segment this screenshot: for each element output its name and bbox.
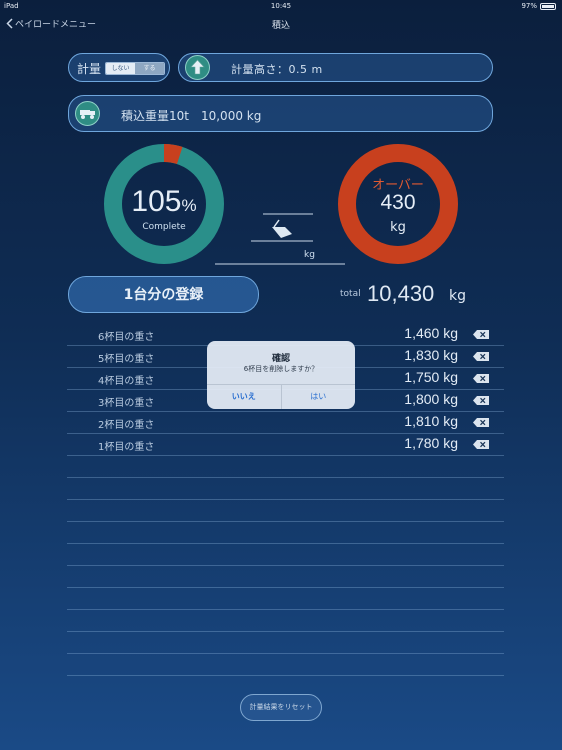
delete-icon[interactable] — [473, 418, 489, 427]
center-unit: kg — [304, 250, 315, 260]
complete-label: Complete — [142, 222, 186, 232]
row-label: 6杯目の重さ — [98, 332, 155, 343]
row-value: 1,750 kg — [404, 369, 458, 385]
total-label: total — [340, 289, 361, 299]
delete-icon[interactable] — [473, 374, 489, 383]
dump-truck-icon — [75, 101, 100, 126]
delete-icon[interactable] — [473, 352, 489, 361]
delete-icon[interactable] — [473, 396, 489, 405]
row-value: 1,780 kg — [404, 435, 458, 451]
percent-complete: 105% — [103, 185, 225, 219]
bucket-indicator — [215, 213, 345, 265]
empty-row — [67, 588, 504, 610]
empty-row — [67, 500, 504, 522]
empty-row — [67, 654, 504, 676]
dialog-yes-button[interactable]: はい — [282, 385, 356, 409]
row-label: 3杯目の重さ — [98, 398, 155, 409]
battery-percent: 97% — [521, 2, 537, 10]
toggle-off-option[interactable]: しない — [106, 63, 135, 74]
dialog-buttons: いいえ はい — [207, 384, 355, 409]
dialog-title: 確認 — [271, 354, 290, 364]
load-weight-panel[interactable]: 積込重量10t 10,000 kg — [68, 95, 493, 132]
register-button[interactable]: 1台分の登録 — [68, 276, 259, 313]
empty-row — [67, 544, 504, 566]
row-label: 2杯目の重さ — [98, 420, 155, 431]
battery-indicator: 97% — [521, 2, 556, 10]
empty-row — [67, 632, 504, 654]
measure-label: 計量 — [77, 62, 102, 76]
up-arrow-icon — [185, 55, 210, 80]
measure-toggle[interactable]: しない する — [105, 62, 165, 75]
delete-icon[interactable] — [473, 330, 489, 339]
row-value: 1,830 kg — [404, 347, 458, 363]
list-item: 1杯目の重さ 1,780 kg — [67, 434, 504, 456]
load-weight-text: 積込重量10t 10,000 kg — [121, 109, 262, 123]
over-unit: kg — [390, 220, 406, 235]
empty-row — [67, 566, 504, 588]
dialog-message: 6杯目を削除しますか？ — [243, 365, 319, 373]
empty-row — [67, 522, 504, 544]
row-value: 1,810 kg — [404, 413, 458, 429]
empty-row — [67, 610, 504, 632]
toggle-on-option[interactable]: する — [135, 63, 164, 74]
height-text: 計量高さ：0.5 m — [231, 63, 323, 76]
dialog-no-button[interactable]: いいえ — [207, 385, 282, 409]
confirm-dialog: 確認 6杯目を削除しますか？ いいえ はい — [207, 341, 355, 409]
page-title: 積込 — [271, 21, 290, 31]
height-panel[interactable]: 計量高さ：0.5 m — [178, 53, 493, 82]
status-bar: iPad 10:45 97% — [0, 0, 562, 12]
row-value: 1,460 kg — [404, 325, 458, 341]
row-value: 1,800 kg — [404, 391, 458, 407]
percent-value: 105 — [131, 185, 182, 218]
over-value: 430 — [380, 191, 416, 214]
measure-panel: 計量 しない する — [68, 53, 170, 82]
empty-row — [67, 456, 504, 478]
row-label: 4杯目の重さ — [98, 376, 155, 387]
row-label: 1杯目の重さ — [98, 442, 155, 453]
excavator-bucket-icon — [272, 219, 292, 238]
row-label: 5杯目の重さ — [98, 354, 155, 365]
percent-sign: % — [181, 196, 197, 215]
list-item: 2杯目の重さ 1,810 kg — [67, 412, 504, 434]
reset-button[interactable]: 計量結果をリセット — [240, 694, 322, 721]
delete-icon[interactable] — [473, 440, 489, 449]
total-value: 10,430 — [367, 281, 435, 306]
clock: 10:45 — [270, 2, 292, 10]
total-unit: kg — [449, 288, 466, 304]
battery-icon — [540, 2, 556, 10]
nav-bar: ペイロードメニュー 積込 — [0, 12, 562, 36]
empty-row — [67, 478, 504, 500]
